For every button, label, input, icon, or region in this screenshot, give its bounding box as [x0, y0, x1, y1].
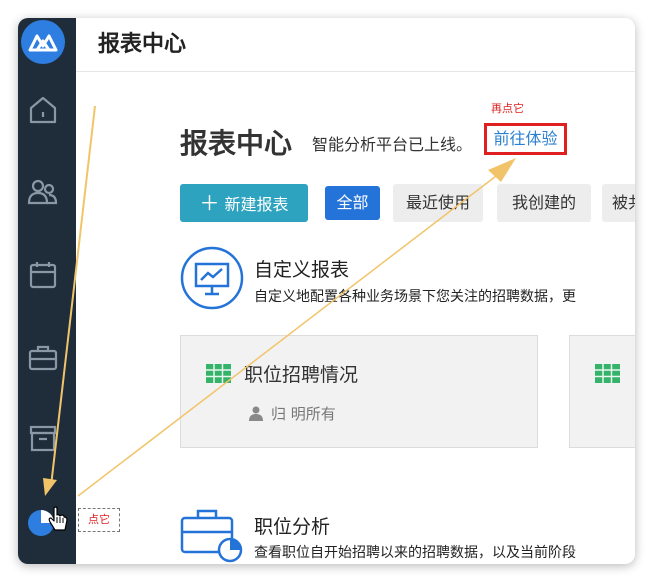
- home-icon[interactable]: [23, 90, 63, 130]
- tab-shared[interactable]: 被共享: [602, 184, 635, 222]
- spreadsheet-icon: [595, 364, 620, 383]
- briefcase-icon[interactable]: [23, 338, 63, 378]
- page-subtitle: 智能分析平台已上线。: [312, 135, 473, 154]
- plus-icon: ＋: [199, 191, 220, 215]
- annotation-callout-top: 再点它: [491, 102, 524, 115]
- custom-reports-desc: 自定义地配置各种业务场景下您关注的招聘数据，更: [254, 289, 576, 305]
- app-window: 报表中心 报表中心 智能分析平台已上线。 再点它 前往体验 ＋ 新建报表 全部 …: [18, 18, 635, 564]
- tab-all[interactable]: 全部: [325, 186, 380, 220]
- archive-icon[interactable]: [23, 418, 63, 458]
- card-title: 职位招聘情况: [244, 364, 359, 386]
- top-header: 报表中心: [76, 18, 635, 72]
- sidebar: [18, 18, 76, 564]
- tab-created-by-me[interactable]: 我创建的: [497, 184, 591, 222]
- page-title: 报表中心: [180, 127, 293, 160]
- report-card[interactable]: 职位招聘情况 归 明所有: [180, 335, 538, 448]
- position-analysis-desc: 查看职位自开始招聘以来的招聘数据，以及当前阶段: [254, 545, 576, 561]
- people-icon[interactable]: [23, 173, 63, 213]
- new-report-label: 新建报表: [224, 195, 289, 214]
- presentation-chart-icon: [180, 246, 244, 310]
- logo-icon[interactable]: [21, 20, 65, 64]
- briefcase-chart-icon: [180, 508, 244, 564]
- card-owner: 归 明所有: [271, 405, 336, 423]
- try-it-link[interactable]: 前往体验: [484, 123, 567, 155]
- annotation-callout-bottom: 点它: [78, 508, 120, 532]
- new-report-button[interactable]: ＋ 新建报表: [180, 184, 308, 222]
- header-title: 报表中心: [98, 32, 187, 57]
- spreadsheet-icon: [206, 364, 231, 383]
- report-card-partial[interactable]: [569, 335, 635, 448]
- user-icon: [248, 405, 264, 421]
- calendar-icon[interactable]: [23, 255, 63, 295]
- custom-reports-title: 自定义报表: [254, 259, 350, 281]
- hand-cursor-icon: [46, 506, 70, 534]
- arrow-head-top: [488, 158, 516, 182]
- tab-recent[interactable]: 最近使用: [393, 184, 483, 222]
- position-analysis-title: 职位分析: [254, 516, 331, 538]
